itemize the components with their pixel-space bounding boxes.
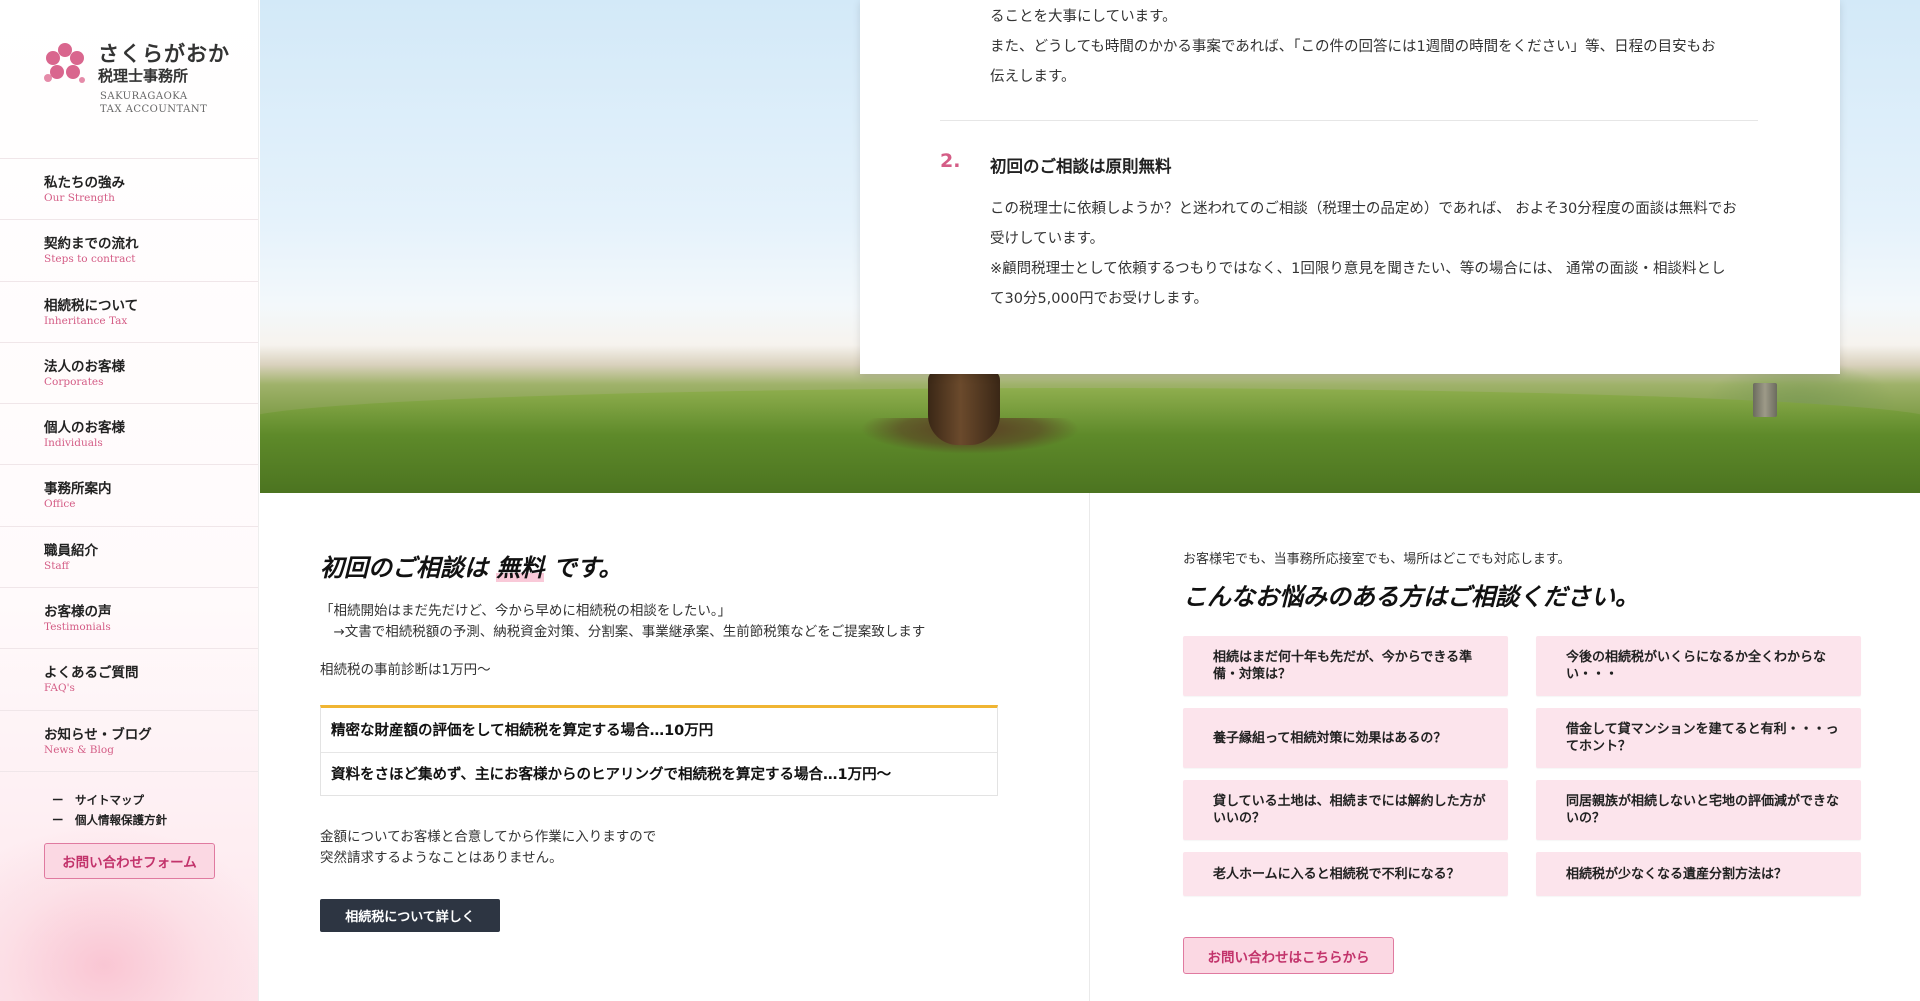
nav-item-steps[interactable]: 契約までの流れ Steps to contract — [0, 220, 258, 282]
policy-text-1: ることを大事にしています。 また、どうしても時間のかかる事案であれば、「この件の… — [990, 9, 1716, 85]
hill-decoration — [260, 388, 1920, 493]
card-divider — [940, 120, 1758, 121]
brand-name: さくらがおか — [98, 42, 230, 66]
nav-item-staff[interactable]: 職員紹介 Staff — [0, 527, 258, 589]
nav-item-strength[interactable]: 私たちの強み Our Strength — [0, 159, 258, 221]
nav-item-news[interactable]: お知らせ・ブログ News & Blog — [0, 711, 258, 772]
worries-contact-button[interactable]: お問い合わせはこちらから — [1183, 937, 1394, 974]
main-nav: 私たちの強み Our Strength 契約までの流れ Steps to contr… — [0, 158, 258, 772]
worry-item[interactable]: 養子縁組って相続対策に効果はあるの？ — [1183, 708, 1508, 768]
inheritance-detail-button[interactable]: 相続税について詳しく — [320, 899, 500, 932]
site-logo[interactable]: さくらがおか 税理士事務所 SAKURAGAOKA TAX ACCOUNTANT — [42, 38, 242, 122]
sidebar: さくらがおか 税理士事務所 SAKURAGAOKA TAX ACCOUNTANT… — [0, 0, 259, 1001]
nav-item-inheritance-tax[interactable]: 相続税について Inheritance Tax — [0, 282, 258, 343]
policy-number: 2. — [940, 150, 961, 172]
sakura-icon — [44, 43, 85, 83]
billing-note: 金額についてお客様と合意してから作業に入りますので 突然請求するようなことはあり… — [320, 829, 657, 866]
worry-item[interactable]: 貸している土地は、相続までには解約した方がいいの？ — [1183, 780, 1508, 840]
free-consultation-section: 初回のご相談は 無料 です。 「相続開始はまだ先だけど、今から早めに相続税の相談… — [260, 493, 1090, 1001]
price-row: 精密な財産額の評価をして相続税を算定する場合…10万円 — [331, 723, 714, 740]
worry-item[interactable]: 相続税が少なくなる遺産分割方法は？ — [1536, 852, 1861, 896]
tree-trunk-decoration — [928, 370, 1000, 445]
diagnosis-price: 相続税の事前診断は1万円〜 — [320, 662, 491, 678]
worry-item[interactable]: 借金して貸マンションを建てると有利・・・ってホント？ — [1536, 708, 1861, 768]
nav-item-individuals[interactable]: 個人のお客様 Individuals — [0, 404, 258, 466]
sitemap-link[interactable]: ー サイトマップ — [52, 790, 167, 810]
worries-grid: 相続はまだ何十年も先だが、今からできる準備・対策は？ 今後の相続税がいくらになる… — [1183, 636, 1861, 896]
worries-subtitle: お客様宅でも、当事務所応接室でも、場所はどこでも対応します。 — [1183, 552, 1571, 567]
free-lead-text: 「相続開始はまだ先だけど、今から早めに相続税の相談をしたい。」 →文書で相続税額… — [320, 603, 926, 640]
nav-item-faq[interactable]: よくあるご質問 FAQ's — [0, 649, 258, 711]
worry-item[interactable]: 今後の相続税がいくらになるか全くわからない・・・ — [1536, 636, 1861, 696]
policy-card: ることを大事にしています。 また、どうしても時間のかかる事案であれば、「この件の… — [860, 0, 1840, 374]
sub-links: ー サイトマップ ー 個人情報保護方針 — [52, 790, 167, 830]
nav-item-corporates[interactable]: 法人のお客様 Corporates — [0, 343, 258, 405]
nav-item-office[interactable]: 事務所案内 Office — [0, 465, 258, 527]
post-decoration — [1753, 383, 1777, 417]
worries-heading: こんなお悩みのある方はご相談ください。 — [1183, 583, 1639, 611]
worry-item[interactable]: 老人ホームに入ると相続税で不利になる？ — [1183, 852, 1508, 896]
brand-english: SAKURAGAOKA TAX ACCOUNTANT — [100, 91, 208, 115]
policy-text-2: この税理士に依頼しようか？と迷われてのご相談（税理士の品定め）であれば、 およそ… — [990, 201, 1737, 307]
worries-section: お客様宅でも、当事務所応接室でも、場所はどこでも対応します。 こんなお悩みのある… — [1091, 493, 1920, 1001]
free-consultation-heading: 初回のご相談は 無料 です。 — [320, 554, 623, 582]
worry-item[interactable]: 相続はまだ何十年も先だが、今からできる準備・対策は？ — [1183, 636, 1508, 696]
price-table: 精密な財産額の評価をして相続税を算定する場合…10万円 資料をさほど集めず、主に… — [320, 705, 998, 796]
brand-subname: 税理士事務所 — [98, 67, 189, 85]
hero-section: ることを大事にしています。 また、どうしても時間のかかる事案であれば、「この件の… — [260, 0, 1920, 493]
worry-item[interactable]: 同居親族が相続しないと宅地の評価減ができないの？ — [1536, 780, 1861, 840]
privacy-policy-link[interactable]: ー 個人情報保護方針 — [52, 810, 167, 830]
price-row: 資料をさほど集めず、主にお客様からのヒアリングで相続税を算定する場合…1万円〜 — [321, 751, 997, 796]
policy-title: 初回のご相談は原則無料 — [990, 157, 1172, 176]
nav-item-testimonials[interactable]: お客様の声 Testimonials — [0, 588, 258, 650]
sidebar-contact-button[interactable]: お問い合わせフォーム — [44, 843, 215, 879]
